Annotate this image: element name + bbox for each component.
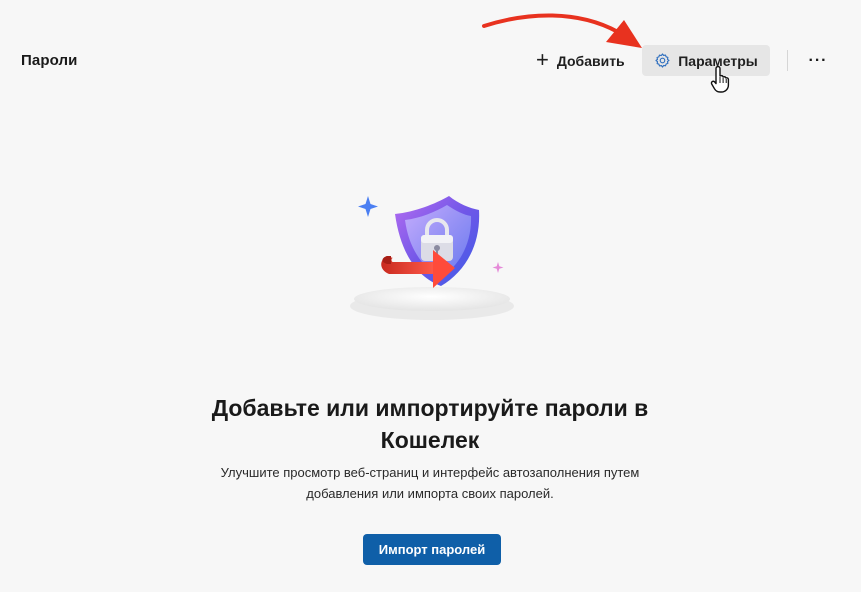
empty-state-heading: Добавьте или импортируйте пароли в Кошел… [180,392,680,456]
red-arrow-annotation [482,13,642,48]
add-button-label: Добавить [556,53,625,69]
empty-state-description: Улучшите просмотр веб-страниц и интерфей… [180,462,680,504]
more-options-button[interactable]: ··· [803,46,833,76]
empty-state-description-line2: добавления или импорта своих паролей. [306,486,554,501]
empty-state-heading-line1: Добавьте или импортируйте пароли в [211,395,649,421]
empty-state-description-line1: Улучшите просмотр веб-страниц и интерфей… [220,465,640,480]
shield-lock-import-illustration [350,196,514,320]
hand-pointer-cursor [710,65,730,93]
gear-icon [655,53,670,68]
header-divider [787,50,788,71]
empty-state-heading-line2: Кошелек [380,427,480,453]
import-passwords-button[interactable]: Импорт паролей [363,534,501,565]
page-title: Пароли [21,52,78,69]
more-horizontal-icon: ··· [808,52,828,69]
settings-button[interactable]: Параметры [642,45,770,76]
passwords-page: Пароли + Добавить Параметры ··· Добавьте… [0,0,861,592]
